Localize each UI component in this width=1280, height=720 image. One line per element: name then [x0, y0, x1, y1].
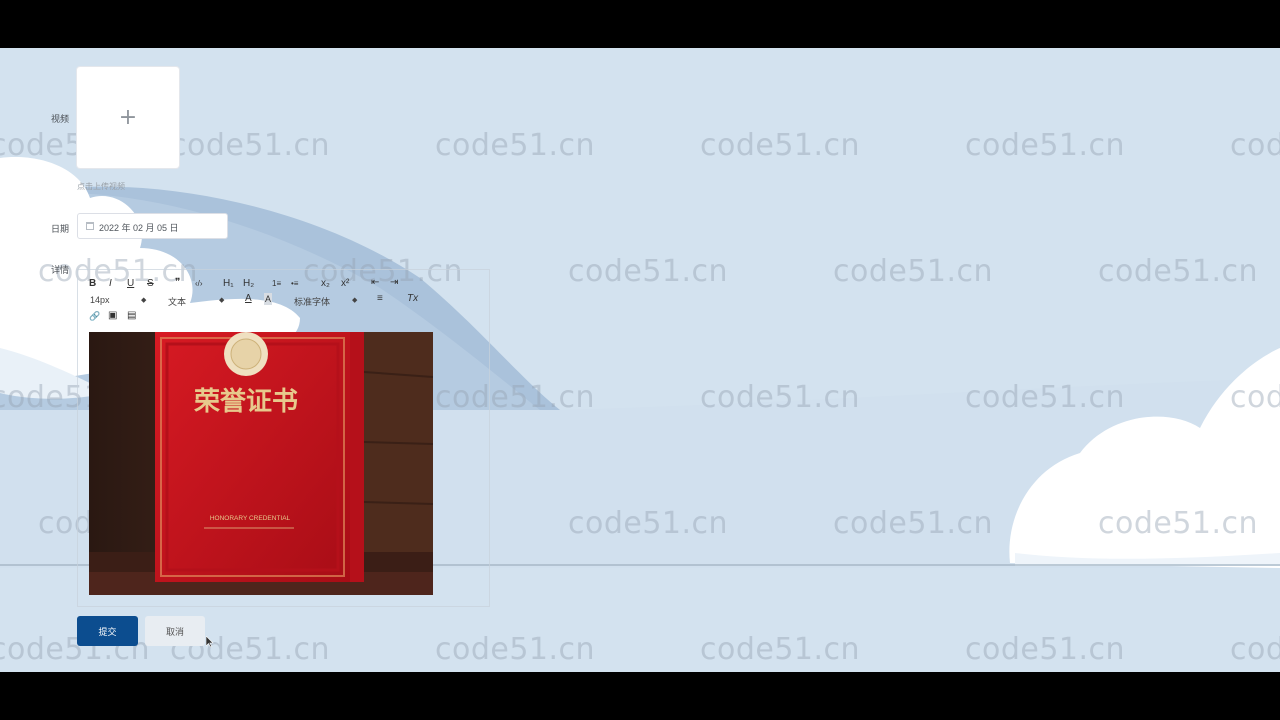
strike-button[interactable]: S	[147, 278, 154, 290]
edit-form: 视频 + 点击上传视频 日期 2022 年 02 月 05 日 详情 B I U…	[0, 48, 1280, 672]
code-block-button[interactable]: ‹/›	[195, 278, 203, 290]
date-label: 日期	[51, 224, 70, 234]
plus-icon: +	[118, 105, 138, 130]
heading-1-button[interactable]: H₁	[223, 278, 234, 290]
subscript-button[interactable]: x₂	[321, 278, 330, 290]
mouse-cursor-icon	[206, 636, 214, 648]
bullet-list-button[interactable]: •≡	[291, 278, 298, 290]
paragraph-select[interactable]: 文本	[168, 295, 186, 308]
cancel-button[interactable]: 取消	[145, 616, 205, 646]
chevron-updown-icon: ◆	[219, 296, 225, 304]
font-color-button[interactable]: A	[245, 293, 252, 305]
chevron-updown-icon: ◆	[352, 296, 358, 304]
indent-button[interactable]: ⇥	[390, 277, 398, 289]
rich-text-editor: B I U S ❞ ‹/› H₁ H₂ 1≡ •≡ x₂ x² ⇤ ⇥ 14px…	[77, 269, 490, 607]
date-picker-input[interactable]: 2022 年 02 月 05 日	[77, 213, 228, 239]
detail-label: 详情	[51, 265, 70, 275]
link-icon[interactable]: 🔗	[89, 310, 100, 322]
certificate-title: 荣誉证书	[194, 387, 298, 417]
editor-toolbar: B I U S ❞ ‹/› H₁ H₂ 1≡ •≡ x₂ x² ⇤ ⇥ 14px…	[78, 270, 491, 330]
outdent-button[interactable]: ⇤	[371, 277, 379, 289]
video-icon[interactable]: ▤	[127, 310, 136, 322]
certificate-subtitle: HONORARY CREDENTIAL	[210, 515, 291, 522]
chevron-updown-icon: ◆	[141, 296, 147, 304]
bold-button[interactable]: B	[89, 278, 96, 290]
ordered-list-button[interactable]: 1≡	[272, 278, 281, 290]
font-family-select[interactable]: 标准字体	[294, 295, 330, 308]
video-upload-box[interactable]: +	[77, 67, 179, 168]
upload-hint: 点击上传视频	[77, 182, 125, 191]
background-color-button[interactable]: A	[264, 293, 273, 305]
italic-button[interactable]: I	[109, 278, 112, 290]
content-image[interactable]: 荣誉证书 HONORARY CREDENTIAL	[89, 332, 433, 595]
video-label: 视频	[51, 114, 70, 124]
clear-format-button[interactable]: Tx	[407, 293, 418, 305]
certificate-photo: 荣誉证书 HONORARY CREDENTIAL	[89, 332, 433, 595]
underline-button[interactable]: U	[127, 278, 134, 290]
page-stage: code51.cn code51.cn code51.cn code51.cn …	[0, 48, 1280, 672]
image-icon[interactable]: ▣	[108, 310, 117, 322]
calendar-icon	[86, 222, 94, 230]
date-value: 2022 年 02 月 05 日	[99, 223, 179, 233]
blockquote-button[interactable]: ❞	[175, 277, 180, 289]
submit-button[interactable]: 提交	[77, 616, 138, 646]
heading-2-button[interactable]: H₂	[243, 278, 254, 290]
superscript-button[interactable]: x²	[341, 278, 349, 290]
font-size-select[interactable]: 14px	[90, 295, 110, 305]
align-button[interactable]: ≡	[377, 293, 383, 305]
